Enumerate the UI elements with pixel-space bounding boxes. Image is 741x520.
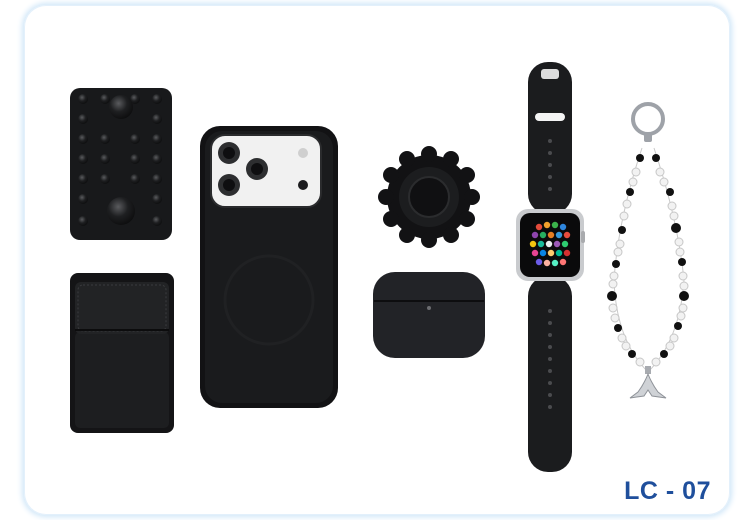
product-code-label: LC - 07 — [624, 477, 711, 505]
beaded-charm-strap-icon — [600, 100, 696, 406]
phone-grip-icon — [378, 144, 480, 250]
phone-case-icon — [199, 125, 339, 409]
suction-pad-icon — [69, 87, 173, 241]
smartwatch-icon — [515, 61, 585, 473]
leather-card-wallet-icon — [69, 272, 175, 434]
earbuds-case-icon — [372, 271, 486, 359]
